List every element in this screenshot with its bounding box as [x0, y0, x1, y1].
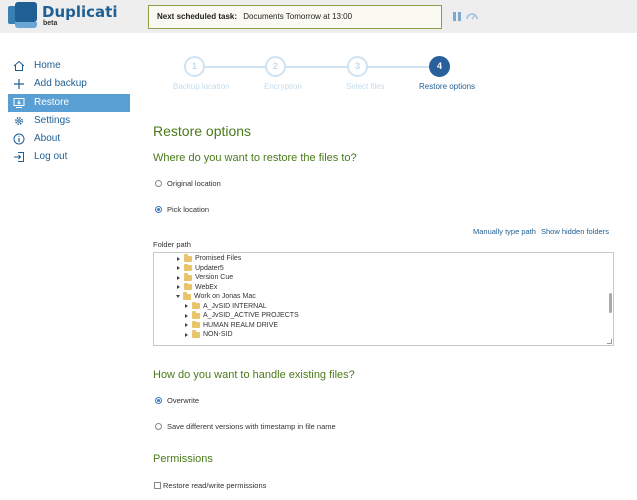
folder-path-label: Folder path [153, 240, 191, 249]
original-location-option[interactable]: Original location [155, 179, 221, 188]
permissions-heading: Permissions [153, 453, 213, 465]
expand-arrow-icon[interactable] [177, 285, 180, 290]
app-header: Duplicati beta Next scheduled task: Docu… [0, 0, 637, 33]
sidebar-item-log-out[interactable]: Log out [8, 148, 130, 166]
folder-icon [192, 301, 200, 310]
wizard-step-label[interactable]: Select files [346, 82, 385, 91]
sidebar-item-label: Settings [34, 114, 71, 126]
folder-tree-item[interactable]: Promised Files [177, 254, 241, 264]
wizard-step-label[interactable]: Restore options [419, 82, 475, 91]
folder-tree[interactable]: Promised Files Updater5 Version Cue WebE… [153, 252, 614, 346]
option-label: Original location [167, 179, 221, 188]
folder-icon [192, 311, 200, 319]
expand-arrow-icon[interactable] [177, 266, 180, 271]
folder-name: A_JvSID INTERNAL [203, 302, 267, 310]
folder-name: NON-SID [203, 331, 233, 339]
folder-name: Updater5 [195, 264, 224, 272]
show-hidden-folders-link[interactable]: Show hidden folders [541, 227, 609, 236]
option-label: Restore read/write permissions [163, 481, 267, 490]
save-versions-radio[interactable] [155, 423, 162, 430]
existing-files-heading: How do you want to handle existing files… [153, 369, 355, 381]
wizard-step-4[interactable]: 4 [429, 56, 450, 77]
duplicati-logo-icon [8, 2, 38, 30]
sidebar-nav: Home Add backup Restore Settings About L… [8, 57, 130, 167]
sidebar-item-label: Log out [34, 151, 68, 163]
expand-arrow-icon[interactable] [177, 275, 180, 280]
folder-tree-item[interactable]: A_JvSID INTERNAL [185, 301, 267, 312]
folder-icon [192, 320, 200, 329]
folder-icon [192, 330, 200, 338]
app-subtitle: beta [43, 20, 58, 27]
folder-tree-item[interactable]: Updater5 [177, 263, 224, 274]
folder-name: Work on Jonas Mac [194, 293, 256, 301]
wizard-step-2[interactable]: 2 [265, 56, 286, 77]
page-title: Restore options [153, 123, 252, 139]
option-label: Overwrite [167, 396, 200, 405]
expand-arrow-icon[interactable] [177, 256, 180, 261]
folder-icon [183, 292, 191, 300]
folder-icon [184, 273, 192, 281]
sidebar-item-home[interactable]: Home [8, 57, 130, 75]
pick-location-option[interactable]: Pick location [155, 205, 209, 214]
folder-name: Version Cue [195, 274, 234, 282]
expand-arrow-icon[interactable] [185, 332, 188, 337]
wizard-step-label[interactable]: Encryption [264, 82, 302, 91]
folder-icon [184, 282, 192, 291]
sidebar-item-settings[interactable]: Settings [8, 112, 130, 130]
restore-permissions-option[interactable]: Restore read/write permissions [154, 481, 266, 490]
folder-name: Promised Files [195, 255, 242, 263]
folder-name: WebEx [195, 283, 218, 291]
logout-icon [14, 152, 24, 163]
option-label: Pick location [167, 205, 210, 214]
resize-handle-icon[interactable] [607, 339, 612, 344]
folder-icon [184, 254, 192, 262]
gear-icon [15, 116, 23, 125]
option-label: Save different versions with timestamp i… [167, 422, 336, 431]
restore-icon [13, 97, 25, 108]
scheduled-task-status: Next scheduled task: Documents Tomorrow … [148, 5, 442, 29]
wizard-step-label[interactable]: Backup location [173, 82, 229, 91]
expand-arrow-icon[interactable] [185, 323, 188, 328]
original-location-radio[interactable] [155, 180, 162, 187]
collapse-arrow-icon[interactable] [176, 295, 180, 299]
pause-icon[interactable] [453, 12, 461, 21]
restore-location-heading: Where do you want to restore the files t… [153, 152, 357, 164]
info-icon [13, 133, 25, 145]
app-title: Duplicati [42, 3, 118, 21]
save-versions-option[interactable]: Save different versions with timestamp i… [155, 422, 336, 431]
wizard-step-3[interactable]: 3 [347, 56, 368, 77]
wizard-step-1[interactable]: 1 [184, 56, 205, 77]
expand-arrow-icon[interactable] [185, 304, 188, 309]
overwrite-option[interactable]: Overwrite [155, 396, 199, 405]
restore-permissions-checkbox[interactable] [154, 482, 161, 489]
expand-arrow-icon[interactable] [185, 313, 188, 318]
manually-type-path-link[interactable]: Manually type path [473, 227, 536, 236]
folder-tree-scrollbar[interactable] [609, 293, 612, 313]
sidebar-item-label: Add backup [34, 78, 87, 90]
status-label: Next scheduled task: [157, 12, 238, 21]
home-icon [13, 60, 25, 71]
folder-tree-item[interactable]: WebEx [177, 282, 218, 293]
sidebar-item-label: Restore [34, 96, 70, 108]
folder-tree-item[interactable]: Work on Jonas Mac [176, 292, 256, 302]
sidebar-item-restore[interactable]: Restore [8, 93, 130, 112]
folder-tree-item[interactable]: NON-SID [185, 330, 233, 340]
folder-name: A_JvSID_ACTIVE PROJECTS [203, 312, 299, 320]
plus-icon [14, 79, 24, 90]
folder-tree-item[interactable]: Version Cue [177, 273, 233, 283]
folder-tree-item[interactable]: HUMAN REALM DRIVE [185, 320, 279, 331]
folder-icon [184, 263, 192, 272]
sidebar-item-about[interactable]: About [8, 130, 130, 148]
wizard-progress-line [194, 66, 440, 68]
sidebar-item-add-backup[interactable]: Add backup [8, 75, 130, 93]
sidebar-item-label: About [34, 133, 61, 145]
status-value: Documents Tomorrow at 13:00 [243, 12, 353, 21]
pick-location-radio[interactable] [155, 206, 162, 213]
throttle-icon[interactable] [466, 11, 478, 21]
folder-tree-item[interactable]: A_JvSID_ACTIVE PROJECTS [185, 311, 299, 321]
sidebar-item-label: Home [34, 60, 61, 71]
folder-name: HUMAN REALM DRIVE [203, 321, 279, 329]
overwrite-radio[interactable] [155, 397, 162, 404]
